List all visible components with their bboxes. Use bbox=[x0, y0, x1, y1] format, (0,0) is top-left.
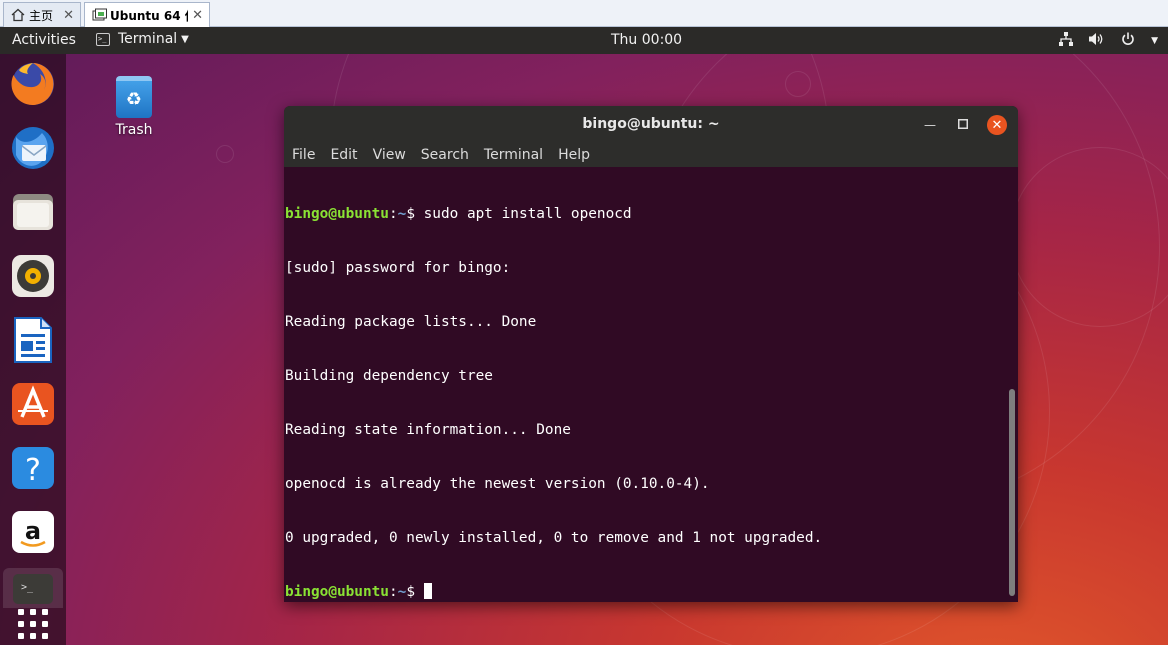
svg-text:?: ? bbox=[25, 453, 41, 488]
trash-icon: ♻ bbox=[116, 76, 152, 118]
terminal-line: bingo@ubuntu:~$ bbox=[285, 583, 1006, 601]
dock-item-libreoffice-writer[interactable] bbox=[9, 316, 57, 368]
terminal-line: Reading package lists... Done bbox=[285, 314, 537, 330]
command-text: sudo apt install openocd bbox=[423, 206, 632, 222]
close-icon[interactable]: ✕ bbox=[63, 8, 74, 23]
terminal-line: bingo@ubuntu:~$ sudo apt install openocd bbox=[285, 206, 632, 222]
network-icon[interactable] bbox=[1059, 32, 1074, 50]
home-icon bbox=[10, 7, 26, 23]
dock-item-thunderbird[interactable] bbox=[9, 126, 57, 174]
terminal-line: Building dependency tree bbox=[285, 368, 493, 384]
minimize-button[interactable]: — bbox=[920, 115, 940, 135]
terminal-titlebar[interactable]: bingo@ubuntu: ~ — ✕ bbox=[284, 106, 1018, 144]
files-icon bbox=[11, 190, 55, 238]
terminal-app-icon: >_ bbox=[96, 32, 110, 46]
top-bar: Activities >_ Terminal ▼ Thu 00:00 ▼ bbox=[0, 27, 1168, 54]
text-cursor bbox=[423, 583, 432, 599]
volume-icon[interactable] bbox=[1089, 32, 1105, 50]
terminal-window[interactable]: bingo@ubuntu: ~ — ✕ File Edit View Searc… bbox=[284, 106, 1018, 602]
vm-tab-home[interactable]: 主页 ✕ bbox=[3, 2, 81, 27]
dock-item-files[interactable] bbox=[9, 190, 57, 238]
svg-text:a: a bbox=[25, 517, 41, 545]
terminal-line: 0 upgraded, 0 newly installed, 0 to remo… bbox=[285, 530, 823, 546]
terminal-line: [sudo] password for bingo: bbox=[285, 260, 511, 276]
vm-tab-ubuntu[interactable]: Ubuntu 64 位 ✕ bbox=[84, 2, 210, 27]
writer-icon bbox=[11, 316, 55, 368]
menu-terminal[interactable]: Terminal bbox=[484, 144, 543, 167]
system-tray[interactable]: ▼ bbox=[1059, 32, 1158, 50]
prompt-path: ~ bbox=[397, 584, 407, 600]
thunderbird-icon bbox=[10, 125, 56, 175]
vm-tab-label: 主页 bbox=[29, 8, 54, 23]
terminal-menubar: File Edit View Search Terminal Help bbox=[284, 144, 1018, 167]
terminal-line: openocd is already the newest version (0… bbox=[285, 476, 710, 492]
chevron-down-icon: ▼ bbox=[181, 33, 189, 45]
menu-view[interactable]: View bbox=[373, 144, 406, 167]
software-icon bbox=[10, 381, 56, 431]
terminal-scrollbar[interactable] bbox=[1009, 389, 1015, 596]
rhythmbox-icon bbox=[10, 253, 56, 303]
help-icon: ? bbox=[10, 445, 56, 495]
window-title: bingo@ubuntu: ~ bbox=[582, 116, 720, 132]
app-menu-button[interactable]: >_ Terminal ▼ bbox=[96, 31, 189, 47]
menu-file[interactable]: File bbox=[292, 144, 315, 167]
close-button[interactable]: ✕ bbox=[987, 115, 1007, 135]
vm-icon bbox=[91, 7, 107, 23]
trash-label: Trash bbox=[115, 122, 153, 138]
minimize-icon: — bbox=[924, 118, 936, 132]
menu-edit[interactable]: Edit bbox=[330, 144, 357, 167]
maximize-button[interactable] bbox=[953, 115, 973, 135]
dock-item-rhythmbox[interactable] bbox=[9, 254, 57, 302]
menu-search[interactable]: Search bbox=[421, 144, 469, 167]
menu-help[interactable]: Help bbox=[558, 144, 590, 167]
close-icon: ✕ bbox=[991, 117, 1003, 133]
dock-item-software[interactable] bbox=[9, 382, 57, 430]
terminal-output[interactable]: bingo@ubuntu:~$ sudo apt install openocd… bbox=[284, 169, 1006, 602]
terminal-line: Reading state information... Done bbox=[285, 422, 571, 438]
show-applications-button[interactable] bbox=[9, 602, 57, 645]
firefox-icon bbox=[10, 61, 56, 111]
dock-item-amazon[interactable]: a bbox=[9, 510, 57, 558]
prompt-user: bingo@ubuntu bbox=[285, 584, 389, 600]
dock-item-help[interactable]: ? bbox=[9, 446, 57, 494]
vm-tab-label: Ubuntu 64 位 bbox=[110, 8, 189, 23]
prompt-user: bingo@ubuntu bbox=[285, 206, 389, 222]
show-apps-icon bbox=[17, 608, 49, 644]
maximize-icon bbox=[958, 118, 968, 132]
chevron-down-icon[interactable]: ▼ bbox=[1151, 36, 1158, 46]
svg-text:>_: >_ bbox=[21, 582, 34, 593]
prompt-path: ~ bbox=[397, 206, 407, 222]
dock: ? a >_ bbox=[0, 54, 66, 645]
app-menu-label: Terminal bbox=[118, 31, 178, 47]
clock[interactable]: Thu 00:00 bbox=[611, 32, 682, 48]
amazon-icon: a bbox=[10, 509, 56, 559]
close-icon[interactable]: ✕ bbox=[192, 8, 203, 23]
desktop-trash[interactable]: ♻ Trash bbox=[108, 76, 160, 138]
dock-item-firefox[interactable] bbox=[9, 62, 57, 110]
power-icon[interactable] bbox=[1121, 32, 1135, 50]
activities-button[interactable]: Activities bbox=[12, 32, 76, 48]
vm-tab-strip: 主页 ✕ Ubuntu 64 位 ✕ bbox=[0, 0, 1168, 27]
